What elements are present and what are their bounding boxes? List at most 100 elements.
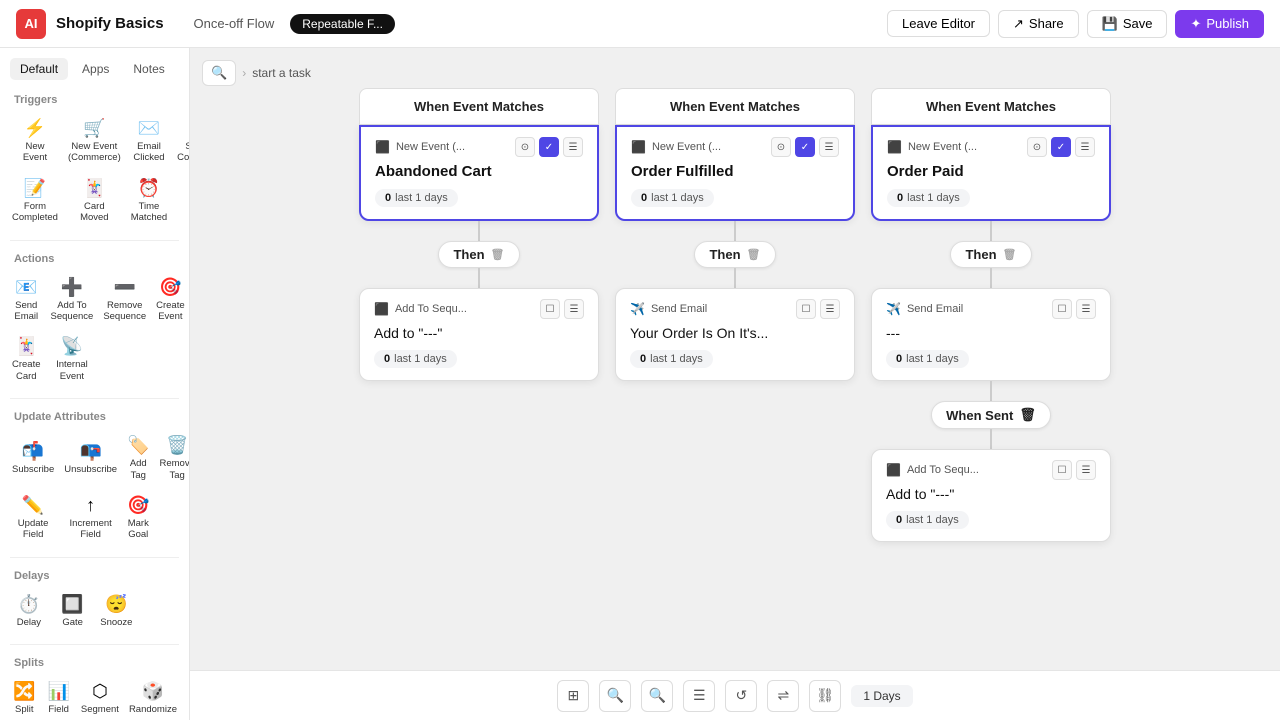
conn-line-top-3 (990, 221, 992, 241)
action-stat-label-2: last 1 days (650, 353, 703, 365)
search-button[interactable]: 🔍 (202, 60, 236, 86)
trigger-header-2: When Event Matches (615, 88, 855, 125)
conn-line-ws-top (990, 381, 992, 401)
sidebar-item-remove-tag[interactable]: 🗑️RemoveTag (155, 429, 190, 487)
then-button-1[interactable]: Then 🗑 (438, 241, 519, 268)
event-check-btn-2[interactable]: ✓ (795, 137, 815, 157)
sidebar-item-time-matched[interactable]: ⏰TimeMatched (127, 172, 171, 230)
event-copy-btn-2[interactable]: ⊙ (771, 137, 791, 157)
action-check-btn-3[interactable]: ☐ (1052, 299, 1072, 319)
connector-2: Then 🗑 (694, 221, 775, 288)
sidebar-item-snooze[interactable]: 😴Snooze (96, 588, 138, 634)
sidebar-item-mark-goal[interactable]: 🎯MarkGoal (123, 489, 153, 547)
action-stat-num-2: 0 (640, 353, 646, 365)
flow-column-1: When Event Matches ⬛ New Event (... ⊙ ✓ … (359, 88, 599, 381)
toolbar-refresh-btn[interactable]: ↺ (725, 680, 757, 712)
conn-line-bottom-3 (990, 268, 992, 288)
sidebar-item-card-moved[interactable]: 🃏CardMoved (64, 172, 125, 230)
event-main-1: Abandoned Cart (375, 163, 583, 180)
action-main-3: --- (886, 325, 1096, 341)
sidebar-item-delay[interactable]: ⏱️Delay (8, 588, 50, 634)
then-button-3[interactable]: Then 🗑 (950, 241, 1031, 268)
extra-menu-btn-3[interactable]: ☰ (1076, 460, 1096, 480)
sidebar-item-create-card[interactable]: 🃏CreateCard (8, 330, 45, 388)
stat-num-2: 0 (641, 192, 647, 204)
extra-check-btn-3[interactable]: ☐ (1052, 460, 1072, 480)
action-menu-btn-3[interactable]: ☰ (1076, 299, 1096, 319)
sidebar-item-new-event-commerce[interactable]: 🛒New Event(Commerce) (64, 112, 125, 170)
toolbar-link-btn[interactable]: ⛓ (809, 680, 841, 712)
delay-icon: ⏱️ (18, 594, 40, 615)
randomize-icon: 🎲 (142, 681, 164, 702)
trash-icon-3: 🗑 (1003, 248, 1017, 261)
toolbar-zoom-out-btn[interactable]: 🔍 (641, 680, 673, 712)
toolbar-days[interactable]: 1 Days (851, 685, 912, 707)
sidebar-item-create-event[interactable]: 🎯CreateEvent (152, 271, 189, 329)
sidebar-item-segment[interactable]: ⬡Segment (77, 675, 123, 720)
sidebar-item-add-tag[interactable]: 🏷️Add Tag (123, 429, 153, 487)
sidebar-item-add-sequence[interactable]: ➕Add ToSequence (47, 271, 98, 329)
save-button[interactable]: 💾 Save (1087, 10, 1168, 38)
trigger-header-1: When Event Matches (359, 88, 599, 125)
sidebar-item-send-email[interactable]: 📧SendEmail (8, 271, 45, 329)
extra-stat-label-3: last 1 days (906, 514, 959, 526)
update-attrs-grid: 📬Subscribe 📭Unsubscribe 🏷️Add Tag 🗑️Remo… (0, 425, 189, 551)
sidebar-item-split[interactable]: 🔀Split (8, 675, 40, 720)
then-button-2[interactable]: Then 🗑 (694, 241, 775, 268)
sidebar-item-increment-field[interactable]: ↑IncrementField (60, 489, 121, 547)
event-stat-1: 0 last 1 days (375, 189, 458, 207)
toolbar-list-btn[interactable]: ☰ (683, 680, 715, 712)
action-card-3[interactable]: ✈️ Send Email ☐ ☰ --- 0 last 1 days (871, 288, 1111, 381)
toolbar-merge-btn[interactable]: ⇌ (767, 680, 799, 712)
sidebar-item-email-clicked[interactable]: ✉️EmailClicked (127, 112, 171, 170)
action-card-1[interactable]: ⬛ Add To Sequ... ☐ ☰ Add to "---" 0 last… (359, 288, 599, 381)
sidebar-item-field[interactable]: 📊Field (42, 675, 74, 720)
sidebar-tab-notes[interactable]: Notes (123, 58, 174, 80)
sidebar-item-gate[interactable]: 🔲Gate (52, 588, 94, 634)
publish-button[interactable]: ✦ Publish (1175, 10, 1264, 38)
sidebar-tab-default[interactable]: Default (10, 58, 68, 80)
event-card-3[interactable]: ⬛ New Event (... ⊙ ✓ ☰ Order Paid 0 last… (871, 125, 1111, 221)
event-icon-1: ⬛ (375, 140, 390, 154)
event-card-1[interactable]: ⬛ New Event (... ⊙ ✓ ☰ Abandoned Cart 0 … (359, 125, 599, 221)
sidebar-item-internal-event[interactable]: 📡InternalEvent (47, 330, 98, 388)
sidebar-item-form-completed[interactable]: 📝FormCompleted (8, 172, 62, 230)
create-event-icon: 🎯 (159, 277, 181, 298)
sidebar-item-remove-sequence[interactable]: ➖RemoveSequence (99, 271, 150, 329)
extra-action-card-3[interactable]: ⬛ Add To Sequ... ☐ ☰ Add to "---" 0 last… (871, 449, 1111, 542)
action-card-2[interactable]: ✈️ Send Email ☐ ☰ Your Order Is On It's.… (615, 288, 855, 381)
action-check-btn-2[interactable]: ☐ (796, 299, 816, 319)
action-check-btn-1[interactable]: ☐ (540, 299, 560, 319)
event-card-2[interactable]: ⬛ New Event (... ⊙ ✓ ☰ Order Fulfilled 0… (615, 125, 855, 221)
sidebar-tab-apps[interactable]: Apps (72, 58, 119, 80)
action-menu-btn-1[interactable]: ☰ (564, 299, 584, 319)
event-check-btn-3[interactable]: ✓ (1051, 137, 1071, 157)
action-stat-1: 0 last 1 days (374, 350, 457, 368)
action-card-header-3: ✈️ Send Email ☐ ☰ (886, 299, 1096, 319)
tab-once-off[interactable]: Once-off Flow (184, 16, 285, 31)
share-button[interactable]: ↗ Share (998, 10, 1079, 38)
sidebar-item-unsubscribe[interactable]: 📭Unsubscribe (60, 429, 121, 487)
internal-event-icon: 📡 (61, 336, 83, 357)
canvas-content: When Event Matches ⬛ New Event (... ⊙ ✓ … (190, 48, 1280, 670)
cart-icon: 🛒 (83, 118, 105, 139)
tab-repeatable[interactable]: Repeatable F... (290, 14, 395, 34)
event-menu-btn-1[interactable]: ☰ (563, 137, 583, 157)
sidebar-item-survey-completed[interactable]: 📋SurveyCompleted (173, 112, 190, 170)
event-copy-btn-3[interactable]: ⊙ (1027, 137, 1047, 157)
event-menu-btn-2[interactable]: ☰ (819, 137, 839, 157)
toolbar-zoom-in-btn[interactable]: 🔍 (599, 680, 631, 712)
sidebar-item-randomize[interactable]: 🎲Randomize (125, 675, 181, 720)
remove-tag-icon: 🗑️ (166, 435, 188, 456)
action-stat-label-3: last 1 days (906, 353, 959, 365)
event-copy-btn-1[interactable]: ⊙ (515, 137, 535, 157)
action-menu-btn-2[interactable]: ☰ (820, 299, 840, 319)
leave-editor-button[interactable]: Leave Editor (887, 10, 990, 37)
sidebar-item-update-field[interactable]: ✏️UpdateField (8, 489, 58, 547)
when-sent-button[interactable]: When Sent 🗑 (931, 401, 1051, 429)
toolbar-grid-btn[interactable]: ⊞ (557, 680, 589, 712)
sidebar-item-new-event[interactable]: ⚡NewEvent (8, 112, 62, 170)
event-menu-btn-3[interactable]: ☰ (1075, 137, 1095, 157)
sidebar-item-subscribe[interactable]: 📬Subscribe (8, 429, 58, 487)
event-check-btn-1[interactable]: ✓ (539, 137, 559, 157)
